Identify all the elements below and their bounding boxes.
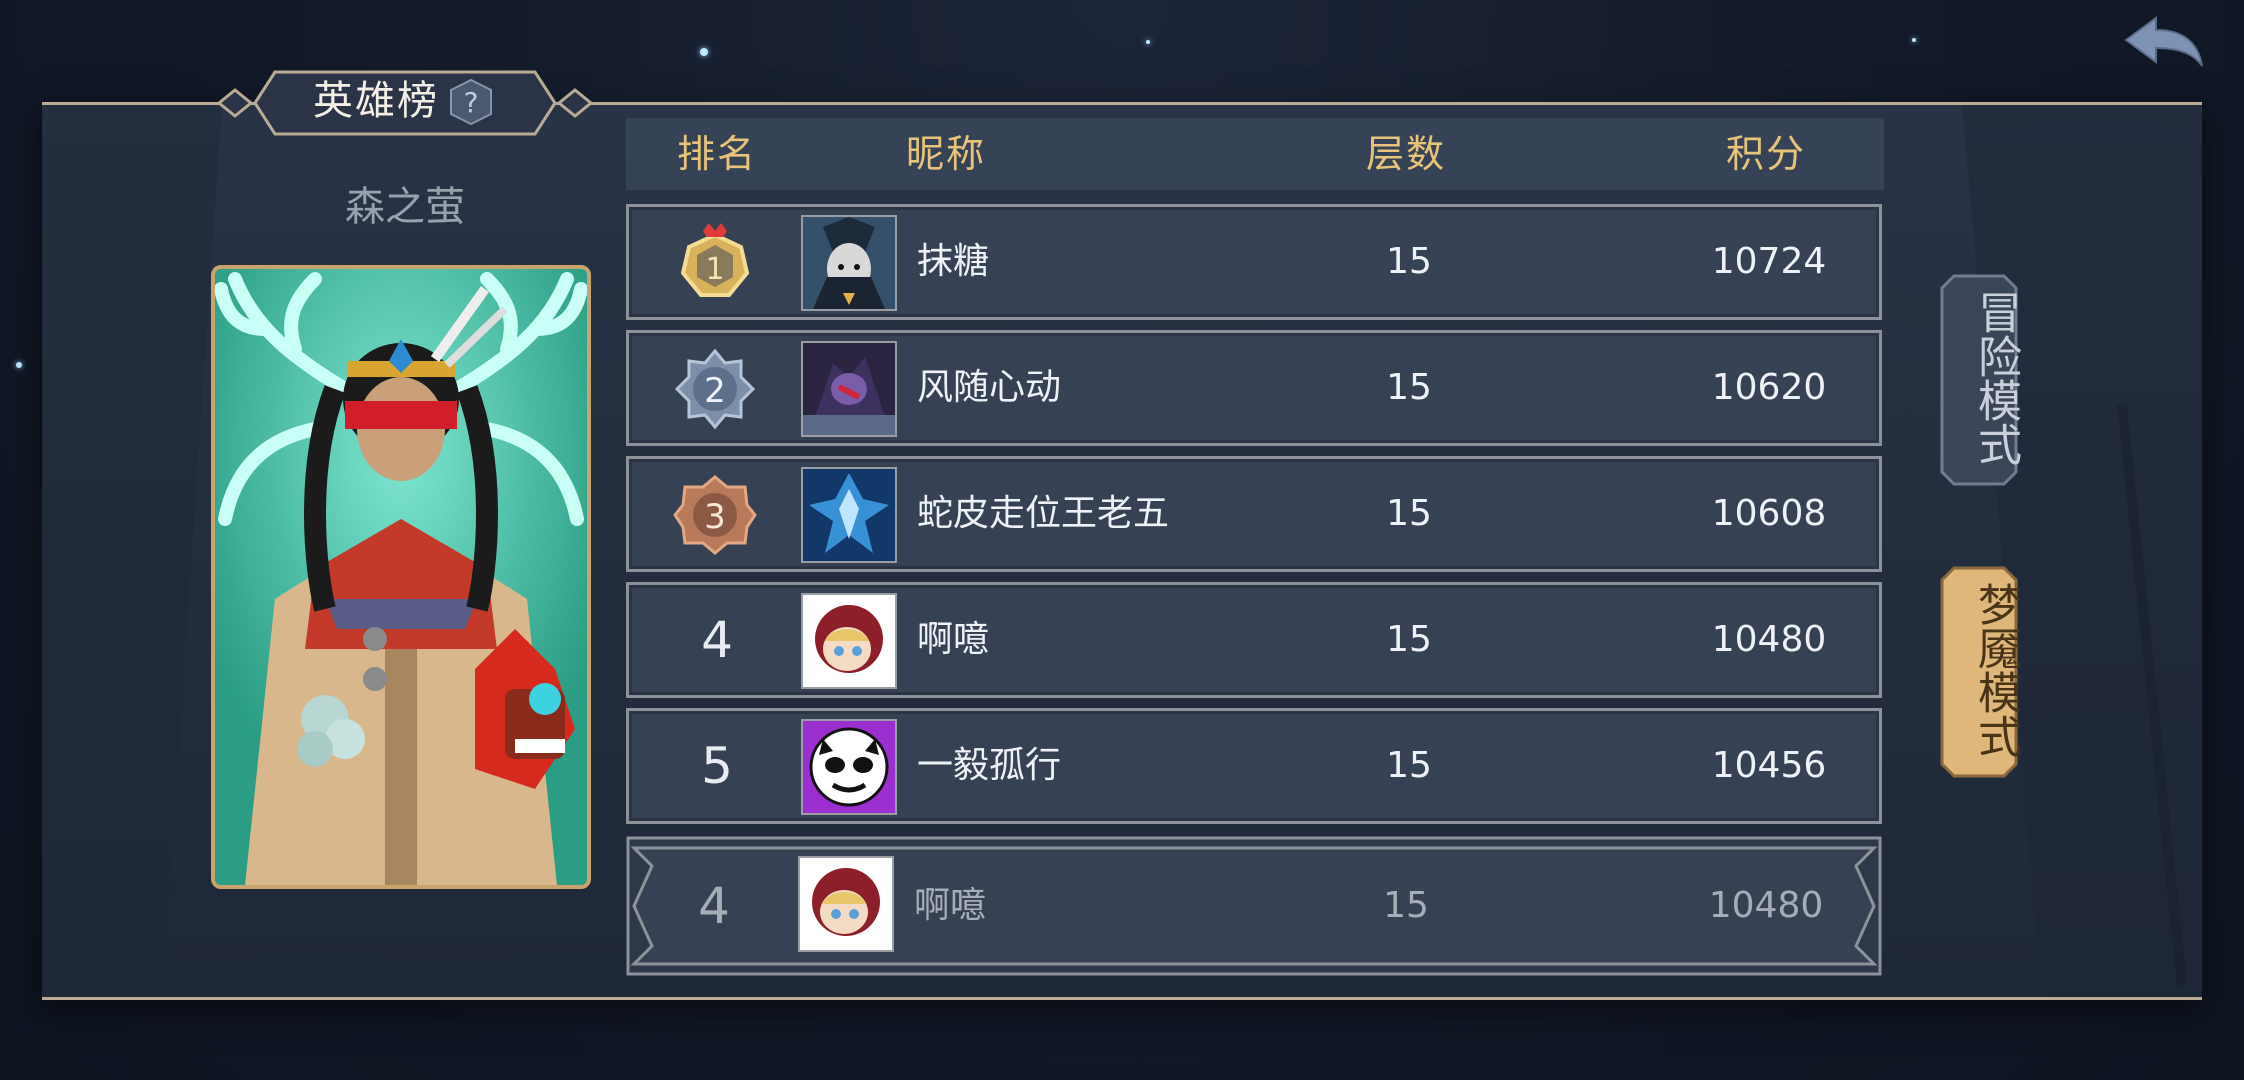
my-rank-row[interactable]: 4 啊噫 15 10480	[626, 836, 1882, 976]
column-header-score: 积分	[1725, 132, 1806, 176]
red-hood-girl-avatar-icon	[803, 595, 895, 687]
forest-firefly-hero-illustration	[215, 269, 587, 885]
dark-beast-avatar-icon	[803, 343, 895, 435]
player-nickname: 啊噫	[917, 619, 990, 660]
svg-text:3: 3	[704, 497, 726, 537]
leaderboard-row[interactable]: 2 风随心动 15 10620	[626, 330, 1882, 446]
leaderboard-row[interactable]: 4 啊噫 15 10480	[626, 582, 1882, 698]
star-decoration	[16, 362, 22, 368]
player-avatar[interactable]	[801, 341, 897, 437]
leaderboard-table-header: 排名 昵称 层数 积分	[626, 118, 1884, 190]
player-score: 10456	[1711, 745, 1827, 786]
player-score: 10724	[1711, 241, 1827, 282]
player-score: 10480	[1711, 619, 1827, 660]
wolf-mage-avatar-icon	[803, 217, 895, 309]
ice-crystal-avatar-icon	[803, 469, 895, 561]
my-nickname: 啊噫	[914, 885, 987, 926]
player-avatar[interactable]	[801, 719, 897, 815]
svg-text:2: 2	[704, 371, 726, 411]
hero-name: 森之萤	[345, 184, 465, 230]
svg-text:?: ?	[464, 86, 479, 119]
player-nickname: 抹糖	[917, 241, 990, 282]
leaderboard-title-plate: 英雄榜 ?	[215, 66, 595, 140]
player-floors: 15	[1386, 493, 1432, 534]
player-avatar[interactable]	[801, 467, 897, 563]
my-avatar[interactable]	[798, 856, 894, 952]
player-floors: 15	[1386, 367, 1432, 408]
rank-3-bronze-badge-icon: 3	[673, 475, 757, 555]
help-icon[interactable]: ?	[447, 78, 495, 126]
leaderboard-row[interactable]: 5 一毅孤行 15 10456	[626, 708, 1882, 824]
player-score: 10608	[1711, 493, 1827, 534]
page-title: 英雄榜	[313, 78, 439, 124]
tab-nightmare-mode[interactable]: 梦魇模式	[1940, 564, 2021, 780]
panda-face-avatar-icon	[803, 721, 895, 813]
back-arrow-icon	[2124, 16, 2203, 67]
rank-number: 4	[701, 611, 733, 669]
svg-text:1: 1	[705, 252, 724, 287]
star-decoration	[1146, 40, 1150, 44]
player-floors: 15	[1386, 241, 1432, 282]
leaderboard-row[interactable]: 1 抹糖 15 10724	[626, 204, 1882, 320]
star-decoration	[1912, 38, 1916, 42]
player-nickname: 一毅孤行	[917, 745, 1062, 786]
leaderboard-row[interactable]: 3 蛇皮走位王老五 15 10608	[626, 456, 1882, 572]
tab-nightmare-mode-label: 梦魇模式	[1970, 582, 2021, 758]
my-floors: 15	[1383, 885, 1429, 926]
red-hood-girl-avatar-icon	[800, 858, 892, 950]
back-button[interactable]	[2122, 14, 2206, 76]
tab-adventure-mode-label: 冒险模式	[1970, 290, 2021, 466]
player-nickname: 风随心动	[917, 367, 1062, 408]
rank-number: 5	[701, 737, 733, 795]
rank-1-gold-badge-icon: 1	[680, 223, 750, 297]
star-decoration	[700, 48, 708, 56]
player-avatar[interactable]	[801, 215, 897, 311]
my-rank-number: 4	[698, 877, 730, 935]
column-header-nickname: 昵称	[905, 132, 986, 176]
column-header-rank: 排名	[676, 132, 757, 176]
player-floors: 15	[1386, 619, 1432, 660]
tab-adventure-mode[interactable]: 冒险模式	[1940, 272, 2021, 488]
player-score: 10620	[1711, 367, 1827, 408]
column-header-floors: 层数	[1365, 132, 1446, 176]
player-floors: 15	[1386, 745, 1432, 786]
hero-portrait-card[interactable]	[211, 265, 591, 889]
player-avatar[interactable]	[801, 593, 897, 689]
my-score: 10480	[1708, 885, 1824, 926]
rank-2-silver-badge-icon: 2	[674, 348, 756, 430]
player-nickname: 蛇皮走位王老五	[917, 493, 1170, 534]
